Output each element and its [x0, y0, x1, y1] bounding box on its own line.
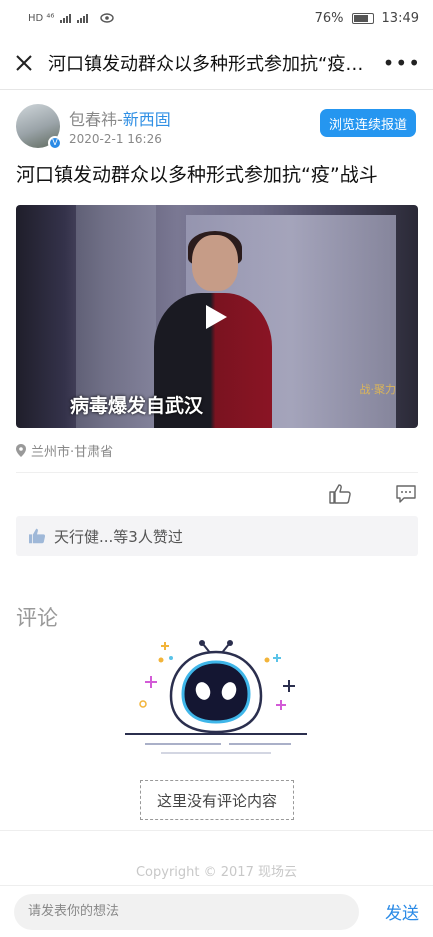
- empty-comments-message: 这里没有评论内容: [140, 780, 294, 820]
- copyright-text: Copyright © 2017 现场云: [135, 865, 297, 880]
- signal-icon: [60, 14, 89, 23]
- likes-text: 天行健...等3人赞过: [54, 527, 183, 546]
- location-text: 兰州市·甘肃省: [31, 445, 114, 460]
- more-options-icon[interactable]: •••: [383, 51, 421, 75]
- close-icon[interactable]: [12, 51, 36, 75]
- comment-icon[interactable]: [395, 484, 417, 504]
- likes-summary[interactable]: 天行健...等3人赞过: [16, 516, 418, 556]
- comments-section-title: 评论: [16, 606, 58, 630]
- author-name[interactable]: 包春祎: [69, 110, 117, 129]
- article-title: 河口镇发动群众以多种形式参加抗“疫”战斗: [16, 164, 378, 186]
- content-divider: [16, 472, 418, 473]
- comment-bar: 发送: [0, 885, 433, 937]
- send-button[interactable]: 发送: [385, 899, 419, 924]
- author-info: 包春祎-新西固 2020-2-1 16:26: [69, 106, 171, 146]
- author-row: V 包春祎-新西固 2020-2-1 16:26 浏览连续报道: [16, 103, 416, 150]
- author-org[interactable]: 新西固: [123, 110, 171, 129]
- liked-thumbs-up-icon: [29, 528, 46, 544]
- action-bar: [329, 484, 417, 504]
- clock: 13:49: [381, 10, 419, 26]
- status-bar: HD ⁴⁶ 76% 13:49: [0, 0, 433, 36]
- eye-icon: [100, 13, 115, 23]
- verified-badge-icon: V: [48, 136, 62, 150]
- robot-mascot-icon: [125, 640, 307, 754]
- status-right: 76% 13:49: [315, 11, 419, 26]
- battery-icon: [351, 12, 374, 24]
- author-name-line: 包春祎-新西固: [69, 106, 171, 130]
- nav-divider: [0, 89, 433, 90]
- thumbs-up-icon[interactable]: [329, 484, 351, 504]
- play-icon[interactable]: [204, 304, 228, 330]
- video-watermark: 战·聚力: [359, 383, 397, 396]
- browse-series-button[interactable]: 浏览连续报道: [319, 109, 416, 137]
- publish-date: 2020-2-1 16:26: [69, 132, 162, 146]
- location: 兰州市·甘肃省: [16, 441, 113, 460]
- location-pin-icon: [16, 444, 26, 457]
- page-title: 河口镇发动群众以多种形式参加抗“疫”...: [48, 54, 366, 75]
- video-player[interactable]: 病毒爆发自武汉 战·聚力: [16, 205, 418, 428]
- battery-percent: 76%: [314, 10, 344, 26]
- comment-input[interactable]: [14, 893, 359, 930]
- video-frame-person-head: [192, 235, 238, 291]
- nav-bar: 河口镇发动群众以多种形式参加抗“疫”... •••: [0, 40, 433, 86]
- video-caption: 病毒爆发自武汉: [70, 395, 204, 417]
- footer-divider: [0, 830, 433, 831]
- status-indicators: HD ⁴⁶: [28, 12, 115, 24]
- signal-indicators: HD ⁴⁶: [28, 12, 55, 24]
- avatar[interactable]: V: [16, 104, 62, 150]
